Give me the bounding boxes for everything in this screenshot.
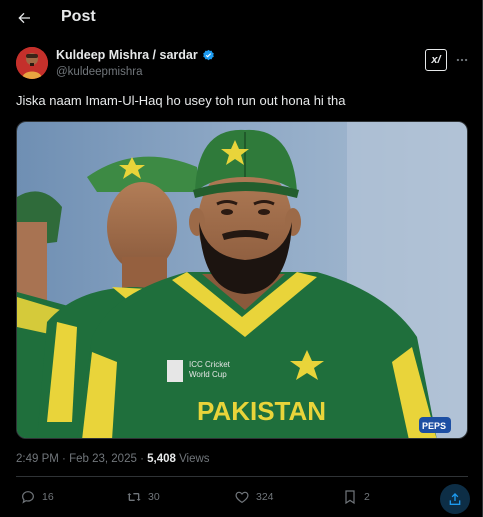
arrow-left-icon [18, 12, 30, 24]
meta-separator: · [62, 453, 66, 465]
avatar[interactable] [16, 47, 48, 79]
page-title: Post [61, 8, 96, 25]
heart-icon [235, 491, 249, 504]
action-bar: 16 30 324 2 [0, 480, 482, 517]
verified-badge-icon [202, 49, 214, 60]
repost-button[interactable]: 30 [126, 489, 160, 505]
like-button[interactable]: 324 [234, 489, 274, 505]
meta-separator-2: · [140, 453, 144, 465]
tweet-image[interactable]: ICC Cricket World Cup PAKISTAN PEPS [16, 121, 468, 439]
tweet-meta: 2:49 PM · Feb 23, 2025 · 5,408 Views [16, 453, 210, 465]
repost-icon [127, 493, 141, 501]
reply-button[interactable]: 16 [20, 489, 54, 505]
share-icon [449, 493, 461, 505]
tweet-text: Jiska naam Imam-Ul-Haq ho usey toh run o… [16, 93, 346, 108]
svg-text:ICC Cricket: ICC Cricket [189, 360, 231, 369]
avatar-image [16, 47, 48, 79]
author-name[interactable]: Kuldeep Mishra / sardar [56, 48, 215, 62]
share-button[interactable] [440, 484, 470, 514]
bookmark-button[interactable]: 2 [342, 489, 370, 505]
tweet-date[interactable]: Feb 23, 2025 [69, 453, 137, 465]
post-page: Post Kuldeep Mishra / sardar @kuldeepmis… [0, 0, 483, 517]
back-button[interactable] [10, 4, 38, 32]
author-handle[interactable]: @kuldeepmishra [56, 66, 142, 78]
tweet-time[interactable]: 2:49 PM [16, 453, 59, 465]
repost-count: 30 [148, 491, 160, 503]
more-options-button[interactable] [452, 50, 472, 70]
sponsor-text: PEPS [422, 421, 446, 431]
svg-text:World Cup: World Cup [189, 370, 227, 379]
grok-icon: x/ [431, 54, 441, 66]
bookmark-count: 2 [364, 491, 370, 503]
reply-count: 16 [42, 491, 54, 503]
bookmark-icon [345, 490, 355, 505]
reply-icon [22, 491, 34, 504]
divider [16, 476, 468, 477]
more-dots-icon [456, 58, 468, 62]
like-count: 324 [256, 491, 274, 503]
header: Post [0, 0, 482, 36]
views-count: 5,408 [147, 453, 176, 465]
views-label: Views [179, 453, 210, 465]
grok-button[interactable]: x/ [425, 49, 447, 71]
author-name-text[interactable]: Kuldeep Mishra / sardar [56, 48, 198, 62]
jersey-text: PAKISTAN [197, 396, 326, 426]
